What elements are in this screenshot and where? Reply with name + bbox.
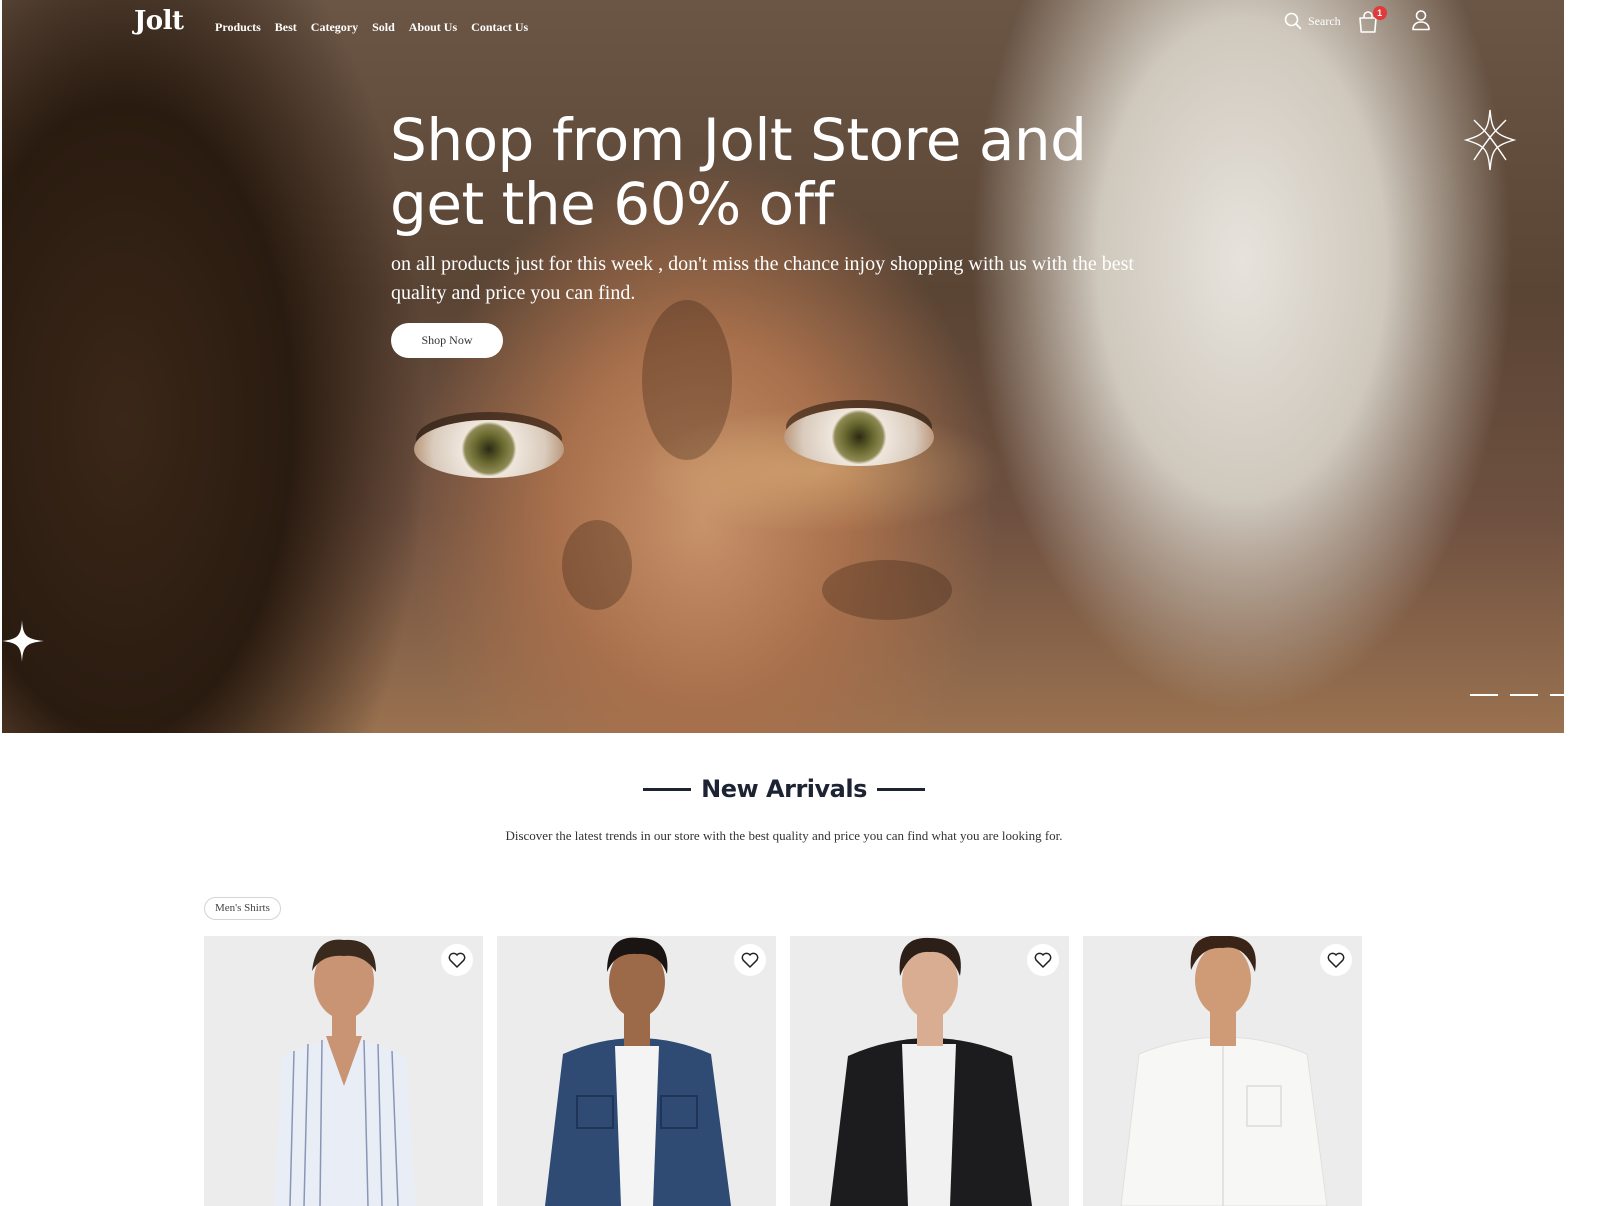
product-card[interactable] xyxy=(1083,936,1362,1206)
search-label: Search xyxy=(1308,13,1341,28)
favorite-button[interactable] xyxy=(441,944,473,976)
nav-link-contact-us[interactable]: Contact Us xyxy=(471,20,528,35)
product-card[interactable] xyxy=(790,936,1069,1206)
slider-dot[interactable] xyxy=(1470,694,1498,696)
section-title: New Arrivals xyxy=(701,775,867,803)
sparkle-icon xyxy=(2,620,44,662)
photo-shadow xyxy=(562,520,632,610)
shop-now-button[interactable]: Shop Now xyxy=(391,323,503,358)
product-card[interactable] xyxy=(497,936,776,1206)
heart-icon xyxy=(1034,952,1052,968)
heart-icon xyxy=(1327,952,1345,968)
favorite-button[interactable] xyxy=(734,944,766,976)
category-filter-tag[interactable]: Men's Shirts xyxy=(204,897,281,920)
product-image xyxy=(545,937,731,1206)
slider-indicators xyxy=(1470,694,1564,696)
top-navbar: Jolt Products Best Category Sold About U… xyxy=(2,0,1564,60)
product-image xyxy=(274,939,416,1206)
nav-actions: Search 1 xyxy=(1284,6,1433,34)
account-button[interactable] xyxy=(1411,9,1433,33)
photo-eye-right xyxy=(784,408,934,466)
nav-link-category[interactable]: Category xyxy=(311,20,358,35)
cart-count-badge: 1 xyxy=(1372,6,1387,20)
heart-icon xyxy=(448,952,466,968)
sparkle-star-icon xyxy=(1464,109,1516,171)
slider-dot[interactable] xyxy=(1550,694,1564,696)
brand-logo[interactable]: Jolt xyxy=(134,6,184,36)
slider-dot[interactable] xyxy=(1510,694,1538,696)
product-grid xyxy=(204,936,1362,1206)
product-image xyxy=(830,937,1032,1206)
section-description: Discover the latest trends in our store … xyxy=(505,828,1063,843)
favorite-button[interactable] xyxy=(1320,944,1352,976)
favorite-button[interactable] xyxy=(1027,944,1059,976)
new-arrivals-header: New Arrivals xyxy=(0,775,1568,803)
nav-link-products[interactable]: Products xyxy=(215,20,261,35)
heart-icon xyxy=(741,952,759,968)
hero-banner: Jolt Products Best Category Sold About U… xyxy=(2,0,1564,733)
photo-shadow xyxy=(642,300,732,460)
title-divider xyxy=(876,787,925,791)
nav-link-about-us[interactable]: About Us xyxy=(409,20,457,35)
nav-link-best[interactable]: Best xyxy=(275,20,297,35)
user-icon xyxy=(1411,10,1430,31)
hero-title: Shop from Jolt Store and get the 60% off xyxy=(390,106,1087,238)
search-button[interactable]: Search xyxy=(1284,12,1341,30)
cart-button[interactable]: 1 xyxy=(1357,6,1387,34)
title-divider xyxy=(643,787,692,791)
nav-links: Products Best Category Sold About Us Con… xyxy=(215,20,528,35)
product-image xyxy=(1120,936,1328,1206)
photo-eye-left xyxy=(414,420,564,478)
hero-subtitle: on all products just for this week , don… xyxy=(391,253,1134,304)
section-title-row: New Arrivals xyxy=(643,775,925,803)
search-icon xyxy=(1284,12,1302,30)
product-card[interactable] xyxy=(204,936,483,1206)
nav-link-sold[interactable]: Sold xyxy=(372,20,395,35)
photo-shadow xyxy=(822,560,952,620)
